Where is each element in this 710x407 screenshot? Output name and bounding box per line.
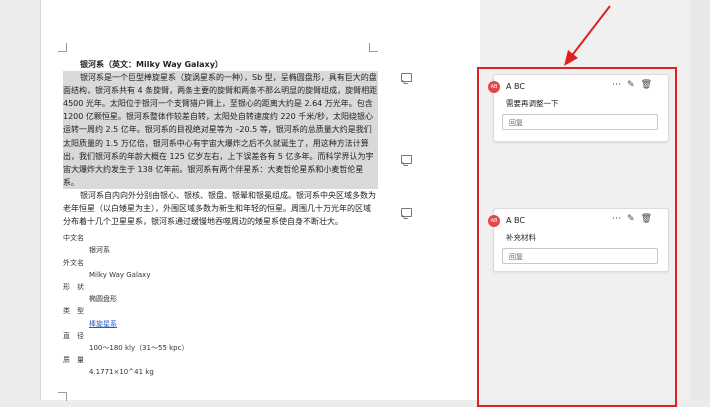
- comment-icon[interactable]: [401, 155, 412, 164]
- info-value: 4.1771×10^41 kg: [89, 368, 154, 377]
- document-title[interactable]: 银河系（英文：Milky Way Galaxy）: [80, 58, 378, 71]
- info-value: 100～180 kly（31～55 kpc）: [89, 343, 189, 352]
- comment-icon[interactable]: [401, 73, 412, 82]
- info-row: 类 型: [63, 305, 378, 317]
- info-row: 银河系: [63, 244, 378, 256]
- info-value: 银河系: [89, 246, 110, 255]
- highlight-box: [477, 67, 677, 407]
- paragraph-2[interactable]: 银河系自内向外分别由银心、银核、银盘、银晕和银冕组成。银河系中央区域多数为老年恒…: [63, 189, 378, 228]
- info-row: 直 径: [63, 330, 378, 342]
- info-value: Milky Way Galaxy: [89, 270, 151, 279]
- info-key: 质 量: [63, 356, 84, 365]
- info-row: 质 量: [63, 354, 378, 366]
- info-key: 外文名: [63, 258, 84, 267]
- info-key: 形 状: [63, 282, 84, 291]
- info-row: 100～180 kly（31～55 kpc）: [63, 342, 378, 354]
- info-row: 4.1771×10^41 kg: [63, 366, 378, 378]
- info-key: 类 型: [63, 307, 84, 316]
- scrollbar[interactable]: [690, 0, 710, 400]
- info-box: 中文名 银河系 外文名 Milky Way Galaxy 形 状 椭圆盘形 类 …: [63, 232, 378, 378]
- info-row: 棒旋星系: [63, 318, 378, 330]
- info-key: 直 径: [63, 331, 84, 340]
- comment-icon[interactable]: [401, 208, 412, 217]
- info-row: 形 状: [63, 281, 378, 293]
- document-body[interactable]: 银河系（英文：Milky Way Galaxy） 银河系是一个巨型棒旋星系（旋涡…: [63, 58, 378, 378]
- annotation-arrow: [564, 5, 611, 66]
- info-row: 外文名: [63, 257, 378, 269]
- paragraph-1[interactable]: 银河系是一个巨型棒旋星系（旋涡星系的一种），Sb 型，呈椭圆盘形，具有巨大的盘面…: [63, 71, 378, 189]
- info-row: Milky Way Galaxy: [63, 269, 378, 281]
- info-key: 中文名: [63, 234, 84, 243]
- crop-mark-top-right: [369, 43, 378, 52]
- info-row: 椭圆盘形: [63, 293, 378, 305]
- info-value-link[interactable]: 棒旋星系: [63, 318, 117, 330]
- info-value: 椭圆盘形: [89, 295, 117, 304]
- info-row: 中文名: [63, 232, 378, 244]
- crop-mark-top-left: [58, 43, 67, 52]
